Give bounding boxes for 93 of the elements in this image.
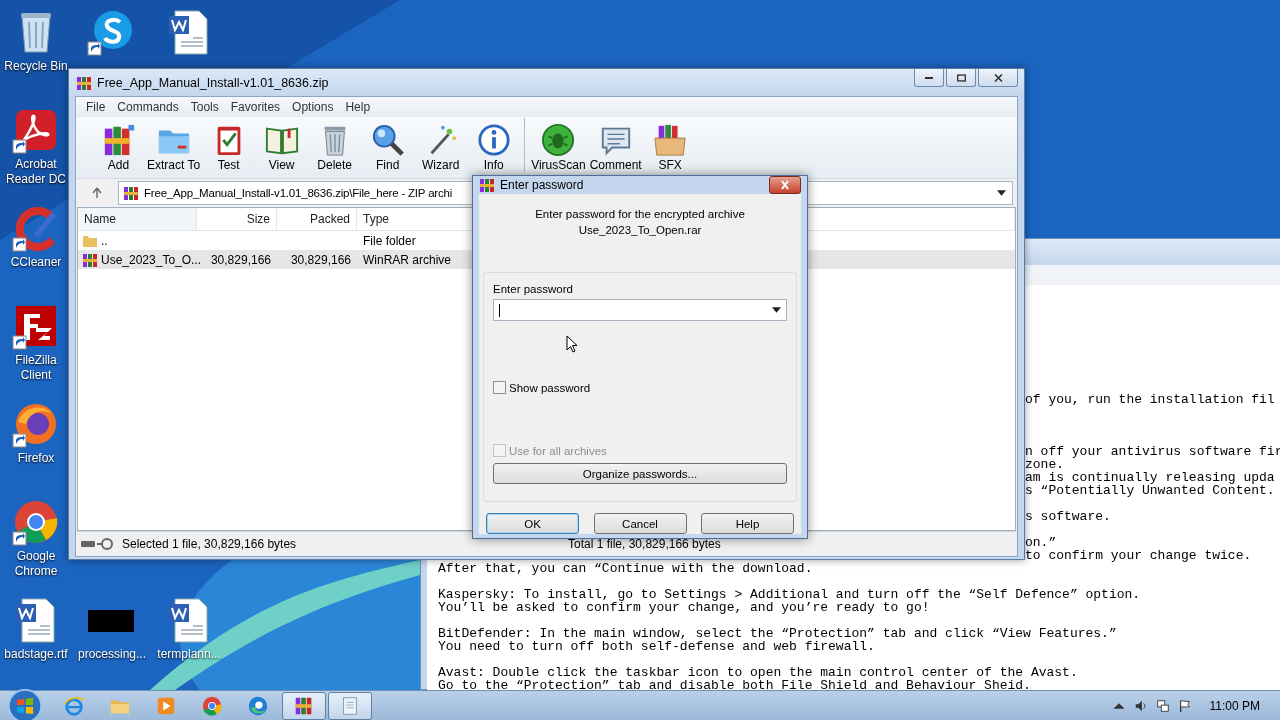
file-type: File folder xyxy=(363,233,416,248)
desktop-shortcut[interactable]: Recycle Bin xyxy=(3,4,69,90)
desktop-shortcut[interactable]: FileZilla Client xyxy=(3,298,69,384)
column-header[interactable]: Name xyxy=(78,208,197,230)
organize-passwords-button[interactable]: Organize passwords... xyxy=(493,463,787,484)
column-header[interactable]: Packed xyxy=(277,208,357,230)
text-line: BitDefender: In the main window, select the “Protection” tab and click “View Features.” xyxy=(438,627,1118,640)
dropdown-arrow-icon xyxy=(997,190,1006,196)
toolbar-button[interactable]: Find xyxy=(361,123,415,172)
status-text: Selected 1 file, 30,829,166 bytes xyxy=(122,537,298,551)
desktop-shortcut[interactable]: Firefox xyxy=(3,396,69,482)
dialog-button[interactable]: Cancel xyxy=(593,513,687,534)
checkbox[interactable]: Show password xyxy=(493,381,591,394)
field-label: Enter password xyxy=(493,283,574,295)
text-line: on.” xyxy=(1025,536,1058,549)
books-icon xyxy=(123,185,139,201)
desktop-shortcut[interactable]: processing... xyxy=(78,592,144,662)
info-icon xyxy=(476,123,511,157)
dialog-button[interactable]: OK xyxy=(486,513,579,534)
toolbar-button[interactable]: Add xyxy=(92,123,145,172)
toolbar-button[interactable]: Test xyxy=(202,123,256,172)
toolbar-button[interactable]: VirusScan xyxy=(529,123,588,172)
text-line: You need to turn off both self-defense and web firewall. xyxy=(438,640,876,653)
desktop-shortcut[interactable]: CCleaner xyxy=(3,200,69,286)
text-line: s “Potentially Unwanted Content. xyxy=(1025,484,1276,497)
bug-icon xyxy=(541,123,576,157)
text-line: to confirm your change twice. xyxy=(1025,549,1253,562)
network-icon[interactable] xyxy=(1155,698,1170,713)
speaker-icon[interactable] xyxy=(1133,698,1148,713)
text-line: am is continually releasing upda xyxy=(1025,471,1276,484)
text-line: Go to the “Protection” tab and disable both File Shield and Behaviour Sheid. xyxy=(438,679,1032,692)
dropdown-arrow-icon xyxy=(772,307,781,313)
message-text: Enter password for the encrypted archive xyxy=(535,207,745,222)
windows-logo-icon xyxy=(7,687,43,720)
password-field[interactable] xyxy=(493,299,787,321)
toolbar-button[interactable]: Wizard xyxy=(414,123,468,172)
search-icon xyxy=(370,123,405,157)
books-icon xyxy=(82,251,98,268)
dialog-title: Enter password xyxy=(500,178,584,192)
close-button[interactable] xyxy=(978,69,1018,87)
menu-item[interactable]: File xyxy=(80,100,112,114)
desktop-shortcut[interactable]: Acrobat Reader DC xyxy=(3,102,69,188)
text-line: Avast: Double click the taskbar icon to open the main control center of the Avast. xyxy=(438,666,1079,679)
toolbar-button[interactable]: Delete xyxy=(308,123,362,172)
restore-icon xyxy=(956,73,966,82)
file-size: 30,829,166 xyxy=(210,252,271,267)
flag-icon[interactable] xyxy=(1177,698,1192,713)
text-line: You’ll be asked to confirm your change, and you’re ready to go! xyxy=(438,601,931,614)
file-name: Use_2023_To_O... xyxy=(101,252,202,267)
toolbar-button[interactable]: Extract To xyxy=(145,123,203,172)
browser-icon xyxy=(247,694,269,717)
status-text: Total 1 file, 30,829,166 bytes xyxy=(568,537,721,551)
desktop-shortcut[interactable]: Google Chrome xyxy=(3,494,69,580)
message-text: Use_2023_To_Open.rar xyxy=(578,223,702,238)
minimize-icon xyxy=(925,76,933,79)
menu-item[interactable]: Commands xyxy=(111,100,185,114)
packed-size: 30,829,166 xyxy=(290,252,351,267)
close-button[interactable] xyxy=(769,176,801,194)
browser-icon xyxy=(201,694,223,717)
minimize-button[interactable] xyxy=(914,69,944,87)
text-line: s software. xyxy=(1025,510,1112,523)
box-icon xyxy=(653,123,688,157)
books-icon xyxy=(76,74,92,91)
clock[interactable]: 11:00 PM xyxy=(1209,698,1260,713)
toolbar-button[interactable]: SFX xyxy=(643,123,697,172)
menu-item[interactable]: Help xyxy=(339,100,377,114)
column-header[interactable]: Size xyxy=(197,208,277,230)
dialog-button[interactable]: Help xyxy=(701,513,794,534)
text-line: Kaspersky: To install, go to Settings > Additional and turn off the “Self Defence” option. xyxy=(438,588,1142,601)
text-line: After that, you can “Continue with the download. xyxy=(438,562,814,575)
close-icon xyxy=(779,180,791,190)
close-icon xyxy=(993,73,1003,82)
browser-icon xyxy=(63,694,85,717)
toolbar-button[interactable]: View xyxy=(255,123,309,172)
taskbar-button[interactable] xyxy=(282,691,326,720)
desktop-shortcut[interactable]: badstage.rtf xyxy=(3,592,69,678)
text-line: zone. xyxy=(1025,458,1065,471)
menu-item[interactable]: Favorites xyxy=(224,100,287,114)
toolbar-button[interactable]: Info xyxy=(467,123,521,172)
menu-item[interactable]: Tools xyxy=(184,100,225,114)
file-name: .. xyxy=(101,233,108,248)
maximize-button[interactable] xyxy=(946,69,976,87)
desktop-shortcut[interactable]: termplann... xyxy=(156,592,222,662)
file-type: WinRAR archive xyxy=(363,252,452,267)
up-arrow-icon xyxy=(91,187,103,199)
books-icon xyxy=(479,177,495,193)
taskbar-button[interactable] xyxy=(328,691,372,720)
text-line: of you, run the installation fil xyxy=(1025,393,1276,406)
toolbar-button[interactable]: Comment xyxy=(587,123,644,172)
drive-key-icon xyxy=(80,537,116,551)
menu-item[interactable]: Options xyxy=(286,100,340,114)
pointer-cursor-icon xyxy=(566,335,578,354)
window-title: Free_App_Manual_Install-v1.01_8636.zip xyxy=(97,75,329,90)
